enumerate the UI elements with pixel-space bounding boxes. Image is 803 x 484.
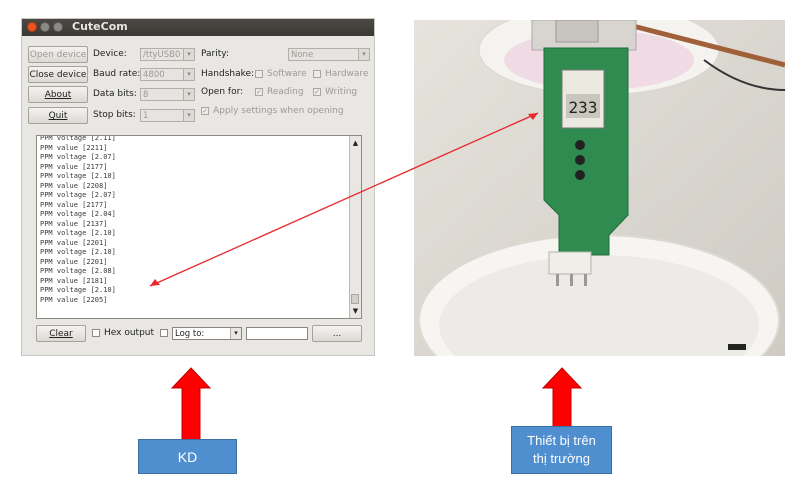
callout-market-line2: thị trường: [533, 451, 590, 466]
log-to-checkbox[interactable]: [160, 329, 168, 337]
data-bits-combo[interactable]: 8 ▾: [140, 88, 195, 101]
data-bits-label: Data bits:: [93, 89, 137, 99]
output-line: PPM voltage [2.10]: [40, 248, 116, 256]
output-line: PPM value [2201]: [40, 238, 108, 247]
log-to-combo[interactable]: Log to: ▾: [172, 327, 242, 340]
quit-button[interactable]: Quit: [28, 107, 88, 124]
device-label: Device:: [93, 49, 127, 59]
parity-value: None: [291, 50, 314, 60]
output-line: PPM value [2181]: [40, 276, 108, 285]
open-for-label: Open for:: [201, 87, 244, 97]
maximize-window-icon[interactable]: [53, 22, 63, 32]
output-lines: PPM voltage [2.11] PPM value [2211] PPM vo…: [37, 135, 116, 305]
callout-market-device: Thiết bị trên thị trường: [511, 426, 612, 474]
minimize-window-icon[interactable]: [40, 22, 50, 32]
output-line: PPM voltage [2.08]: [40, 267, 116, 275]
log-file-input[interactable]: [246, 327, 308, 340]
output-line: PPM value [2177]: [40, 162, 108, 171]
chevron-down-icon: ▾: [358, 49, 369, 60]
output-textarea[interactable]: PPM voltage [2.11] PPM value [2211] PPM vo…: [36, 135, 362, 319]
baud-rate-label: Baud rate:: [93, 69, 141, 79]
close-window-icon[interactable]: [27, 22, 37, 32]
stop-bits-value: 1: [143, 111, 149, 121]
device-combo[interactable]: /ttyUSB0 ▾: [140, 48, 195, 61]
device-photo-illustration: 233: [414, 20, 785, 356]
software-checkbox[interactable]: [255, 70, 263, 78]
device-photo: 233: [414, 20, 785, 356]
hex-output-label: Hex output: [104, 328, 155, 338]
hardware-checkbox[interactable]: [313, 70, 321, 78]
stop-bits-combo[interactable]: 1 ▾: [140, 109, 195, 122]
baud-rate-combo[interactable]: 4800 ▾: [140, 68, 195, 81]
chevron-down-icon: ▾: [230, 328, 241, 339]
title-bar[interactable]: CuteCom: [22, 19, 374, 36]
output-line: PPM value [2137]: [40, 219, 108, 228]
callout-kd-text: KD: [177, 449, 198, 465]
open-device-button[interactable]: Open device: [28, 46, 88, 63]
display-reading: 233: [569, 98, 598, 117]
scroll-thumb[interactable]: [351, 294, 359, 304]
vertical-scrollbar[interactable]: ▲ ▼: [349, 136, 361, 318]
output-line: PPM value [2201]: [40, 257, 108, 266]
scroll-up-icon[interactable]: ▲: [350, 138, 361, 149]
output-line: PPM value [2208]: [40, 181, 108, 190]
callout-market-line1: Thiết bị trên: [527, 433, 596, 448]
output-line: PPM value [2177]: [40, 200, 108, 209]
parity-label: Parity:: [201, 49, 229, 59]
log-to-value: Log to:: [175, 329, 205, 339]
apply-settings-checkbox[interactable]: ✓: [201, 107, 209, 115]
handshake-label: Handshake:: [201, 69, 255, 79]
output-line: PPM value [2211]: [40, 143, 108, 152]
scroll-down-icon[interactable]: ▼: [350, 306, 361, 317]
chevron-down-icon: ▾: [183, 69, 194, 80]
output-line: PPM voltage [2.11]: [40, 135, 116, 142]
device-value: /ttyUSB0: [143, 50, 181, 60]
parity-combo[interactable]: None ▾: [288, 48, 370, 61]
data-bits-value: 8: [143, 90, 149, 100]
window-title: CuteCom: [72, 20, 128, 33]
browse-button[interactable]: ...: [312, 325, 362, 342]
apply-settings-label: Apply settings when opening: [213, 106, 344, 116]
output-line: PPM voltage [2.07]: [40, 153, 116, 161]
output-line: PPM value [2205]: [40, 295, 108, 304]
stop-bits-label: Stop bits:: [93, 110, 136, 120]
output-line: PPM voltage [2.10]: [40, 172, 116, 180]
writing-checkbox[interactable]: ✓: [313, 88, 321, 96]
output-line: PPM voltage [2.10]: [40, 229, 116, 237]
writing-label: Writing: [325, 87, 358, 97]
hardware-label: Hardware: [325, 69, 369, 79]
output-line: PPM voltage [2.07]: [40, 191, 116, 199]
baud-rate-value: 4800: [143, 70, 165, 80]
up-arrow-left: [170, 367, 212, 443]
close-device-button[interactable]: Close device: [28, 66, 88, 83]
about-button[interactable]: About: [28, 86, 88, 103]
chevron-down-icon: ▾: [183, 49, 194, 60]
cutecom-window: CuteCom Open device Close device About Q…: [21, 18, 375, 356]
reading-label: Reading: [267, 87, 304, 97]
hex-output-checkbox[interactable]: [92, 329, 100, 337]
chevron-down-icon: ▾: [183, 89, 194, 100]
reading-checkbox[interactable]: ✓: [255, 88, 263, 96]
software-label: Software: [267, 69, 307, 79]
callout-kd: KD: [138, 439, 237, 474]
output-line: PPM voltage [2.04]: [40, 210, 116, 218]
output-line: PPM voltage [2.10]: [40, 286, 116, 294]
clear-button[interactable]: Clear: [36, 325, 86, 342]
chevron-down-icon: ▾: [183, 110, 194, 121]
